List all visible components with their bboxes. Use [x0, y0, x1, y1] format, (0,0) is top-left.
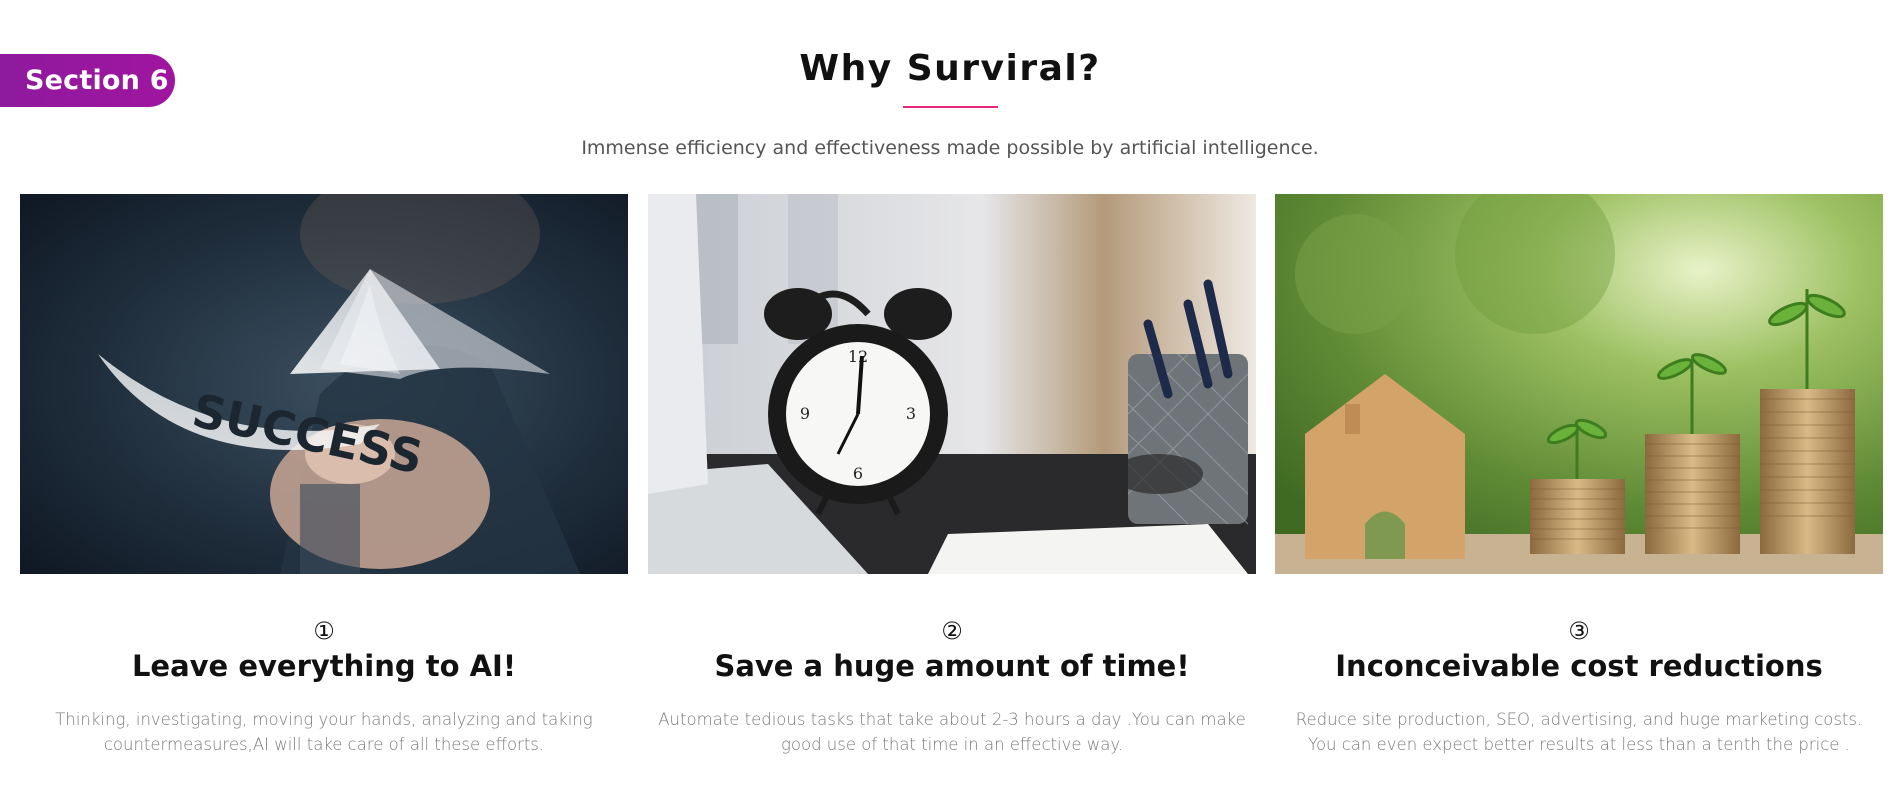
card-number-2: ②: [941, 617, 963, 645]
card-description-3: Reduce site production, SEO, advertising…: [1295, 710, 1863, 754]
card-number-1: ①: [313, 617, 335, 645]
card-description-2: Automate tedious tasks that take about 2…: [658, 710, 1246, 754]
alarm-clock-image: 12 3 6 9: [648, 194, 1256, 574]
heading-underline: [903, 106, 998, 108]
svg-text:12: 12: [848, 347, 868, 366]
success-arrow-image: SUCCESS: [20, 194, 628, 574]
section-subtitle: Immense efficiency and effectiveness mad…: [581, 137, 1319, 159]
section-heading: Why Surviral?: [799, 48, 1101, 89]
svg-text:6: 6: [853, 464, 863, 483]
svg-text:9: 9: [800, 404, 810, 423]
card-title-2: Save a huge amount of time!: [714, 649, 1190, 683]
house-and-coins-image: [1275, 194, 1883, 574]
card-description-1: Thinking, investigating, moving your han…: [55, 710, 593, 754]
card-number-3: ③: [1568, 617, 1590, 645]
svg-text:3: 3: [906, 404, 916, 423]
card-title-3: Inconceivable cost reductions: [1335, 649, 1823, 683]
card-title-1: Leave everything to AI!: [131, 649, 517, 683]
